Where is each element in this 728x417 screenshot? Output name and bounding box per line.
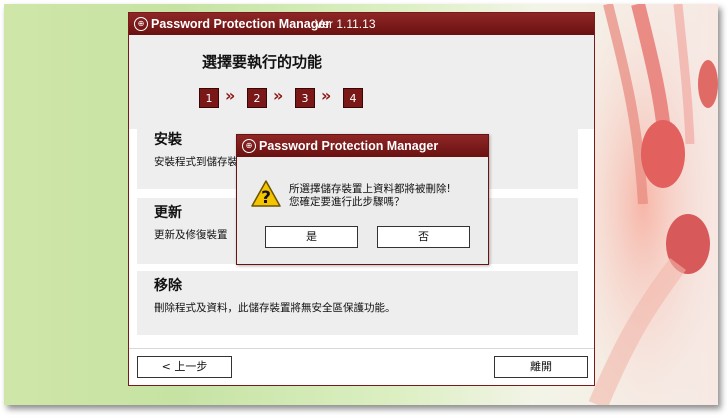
back-button[interactable]: < 上一步	[137, 356, 232, 378]
step-3: 3	[295, 88, 315, 108]
option-install-desc: 安裝程式到儲存裝	[154, 156, 238, 168]
option-update-desc: 更新及修復裝置	[154, 229, 228, 241]
dialog-message-line1: 所選擇儲存裝置上資料都將被刪除!	[289, 183, 451, 195]
option-install-title: 安裝	[154, 132, 182, 148]
step-arrow-icon: »	[321, 86, 332, 105]
no-button[interactable]: 否	[377, 226, 470, 248]
dialog-titlebar: ⊕ Password Protection Manager	[237, 135, 488, 157]
dialog-title: Password Protection Manager	[259, 139, 439, 153]
exit-button[interactable]: 離開	[494, 356, 588, 378]
step-arrow-icon: »	[273, 86, 284, 105]
main-titlebar: ⊕ Password Protection Manager Ver 1.11.1…	[129, 13, 594, 35]
option-update-title: 更新	[154, 205, 182, 221]
app-version: Ver 1.11.13	[315, 17, 376, 31]
option-remove-desc: 刪除程式及資料，此儲存裝置將無安全區保護功能。	[154, 302, 396, 314]
step-arrow-icon: »	[225, 86, 236, 105]
step-2: 2	[247, 88, 267, 108]
warning-icon: ?	[250, 179, 282, 209]
page-title: 選擇要執行的功能	[202, 53, 323, 71]
svg-text:?: ?	[261, 188, 271, 208]
app-logo-icon: ⊕	[134, 17, 148, 31]
option-remove[interactable]: 移除 刪除程式及資料，此儲存裝置將無安全區保護功能。	[137, 271, 578, 335]
step-4: 4	[343, 88, 363, 108]
dialog-message-line2: 您確定要進行此步驟嗎？	[289, 196, 405, 208]
dialog-message: 所選擇儲存裝置上資料都將被刪除! 您確定要進行此步驟嗎？	[289, 183, 451, 209]
step-1: 1	[199, 88, 219, 108]
app-title: Password Protection Manager	[151, 17, 331, 31]
dialog-logo-icon: ⊕	[242, 139, 256, 153]
option-remove-title: 移除	[154, 278, 182, 294]
confirm-dialog: ⊕ Password Protection Manager ? 所選擇儲存裝置上…	[236, 134, 489, 265]
wizard-header: 選擇要執行的功能 1 » 2 » 3 » 4	[129, 35, 594, 129]
wizard-footer: < 上一步 離開	[129, 348, 594, 385]
yes-button[interactable]: 是	[265, 226, 358, 248]
